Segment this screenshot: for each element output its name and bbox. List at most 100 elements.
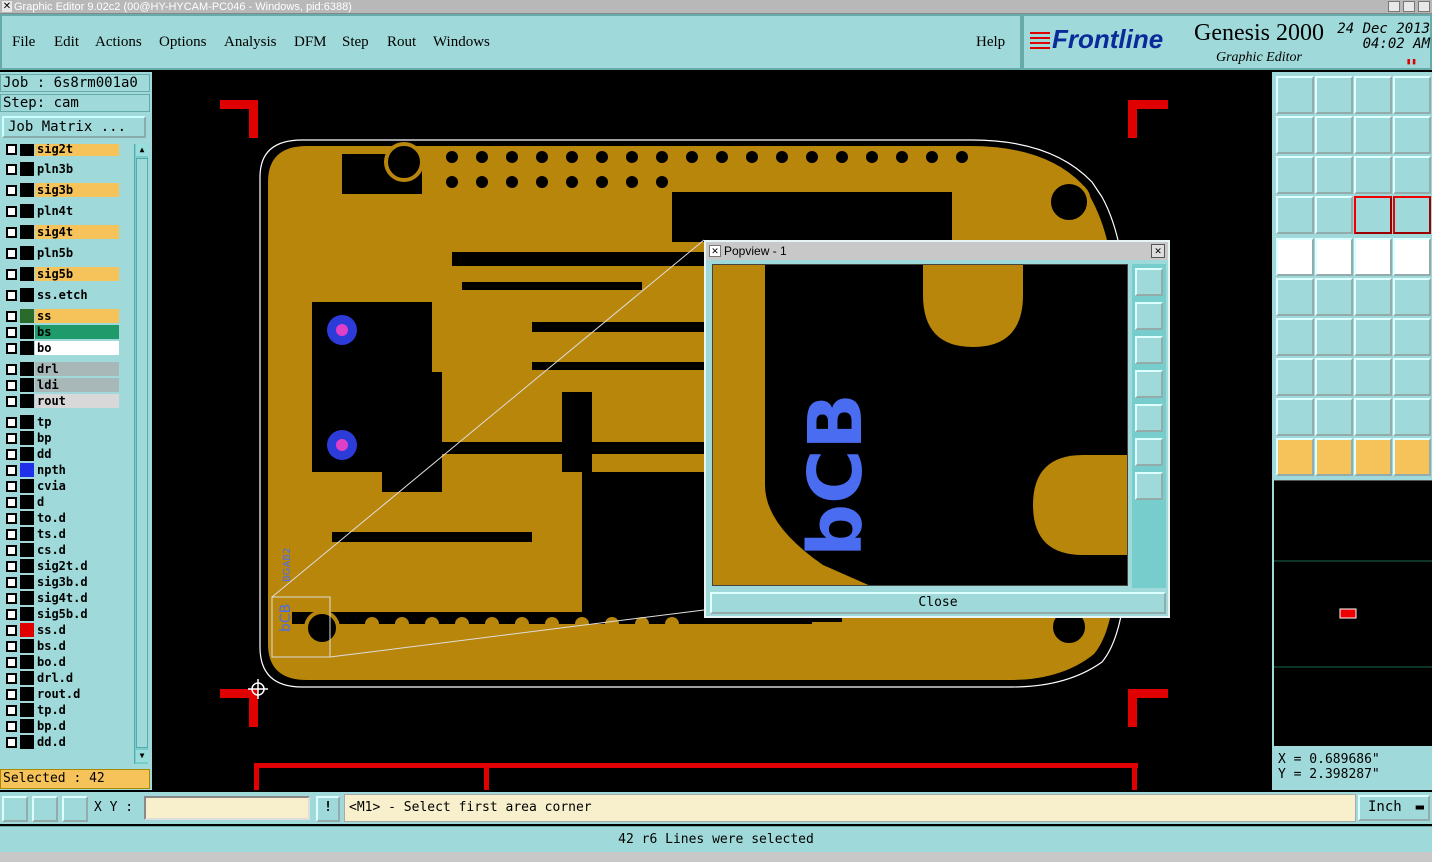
- layer-checkbox[interactable]: [6, 673, 17, 684]
- layer-checkbox[interactable]: [6, 465, 17, 476]
- layer-row[interactable]: d: [0, 495, 122, 509]
- layer-color-swatch[interactable]: [20, 703, 34, 717]
- scroll-up-icon[interactable]: ▲: [136, 144, 148, 156]
- layer-color-swatch[interactable]: [20, 378, 34, 392]
- tool-link-icon[interactable]: [1354, 278, 1392, 316]
- layer-row[interactable]: bo: [0, 341, 122, 355]
- layer-row[interactable]: to.d: [0, 511, 122, 525]
- layer-color-swatch[interactable]: [20, 479, 34, 493]
- layer-color-swatch[interactable]: [20, 607, 34, 621]
- layer-row[interactable]: sig2t.d: [0, 559, 122, 573]
- layer-checkbox[interactable]: [6, 721, 17, 732]
- tool-triangle-icon[interactable]: [1276, 398, 1314, 436]
- layer-checkbox[interactable]: [6, 206, 17, 217]
- layer-checkbox[interactable]: [6, 380, 17, 391]
- layer-checkbox[interactable]: [6, 164, 17, 175]
- layer-checkbox[interactable]: [6, 364, 17, 375]
- tool-scale-icon[interactable]: [1354, 156, 1392, 194]
- popview-window[interactable]: ✕ Popview - 1 ✕ bCB Close: [704, 240, 1170, 618]
- layer-row[interactable]: bo.d: [0, 655, 122, 669]
- layer-row[interactable]: dd: [0, 447, 122, 461]
- overview-minimap[interactable]: [1274, 480, 1432, 746]
- layer-checkbox[interactable]: [6, 269, 17, 280]
- tool-arc-icon[interactable]: [1354, 318, 1392, 356]
- alert-icon[interactable]: !: [316, 796, 340, 822]
- tool-split-icon[interactable]: [1393, 318, 1431, 356]
- menu-step[interactable]: Step: [342, 34, 369, 51]
- tool-help-icon[interactable]: [1393, 156, 1431, 194]
- layer-color-swatch[interactable]: [20, 415, 34, 429]
- grid-snap-icon[interactable]: [62, 796, 88, 822]
- layer-row[interactable]: ss: [0, 309, 122, 323]
- layer-color-swatch[interactable]: [20, 225, 34, 239]
- units-select[interactable]: Inch ▬: [1358, 795, 1430, 821]
- layer-checkbox[interactable]: [6, 433, 17, 444]
- popview-pan-left-icon[interactable]: [1135, 370, 1163, 398]
- layer-color-swatch[interactable]: [20, 267, 34, 281]
- layer-row[interactable]: tp: [0, 415, 122, 429]
- snap-icon[interactable]: [2, 796, 28, 822]
- layer-row[interactable]: pln5b: [0, 246, 122, 260]
- tool-select-icon[interactable]: [1315, 438, 1353, 476]
- tool-fit-icon[interactable]: [1276, 156, 1314, 194]
- layer-checkbox[interactable]: [6, 185, 17, 196]
- layer-row[interactable]: cvia: [0, 479, 122, 493]
- layer-color-swatch[interactable]: [20, 511, 34, 525]
- layer-list-scrollbar[interactable]: ▲ ▼: [134, 144, 148, 764]
- layer-color-swatch[interactable]: [20, 183, 34, 197]
- layer-row[interactable]: sig3b: [0, 183, 122, 197]
- popview-close-button[interactable]: Close: [710, 592, 1166, 614]
- menu-windows[interactable]: Windows: [433, 34, 490, 51]
- layer-color-swatch[interactable]: [20, 431, 34, 445]
- layer-checkbox[interactable]: [6, 311, 17, 322]
- layer-row[interactable]: dd.d: [0, 735, 122, 749]
- tool-box-icon[interactable]: [1354, 358, 1392, 396]
- tool-swap-icon[interactable]: [1354, 116, 1392, 154]
- layer-row[interactable]: npth: [0, 463, 122, 477]
- menu-options[interactable]: Options: [159, 34, 207, 51]
- popview-pan-down-icon[interactable]: [1135, 336, 1163, 364]
- layer-color-swatch[interactable]: [20, 463, 34, 477]
- menu-edit[interactable]: Edit: [54, 34, 79, 51]
- layer-color-swatch[interactable]: [20, 204, 34, 218]
- tool-triangle3-icon[interactable]: [1354, 398, 1392, 436]
- layer-checkbox[interactable]: [6, 396, 17, 407]
- tool-triangle4-icon[interactable]: [1393, 398, 1431, 436]
- layer-checkbox[interactable]: [6, 737, 17, 748]
- layer-row[interactable]: pln4t: [0, 204, 122, 218]
- minimap-viewport[interactable]: [1339, 608, 1357, 619]
- layer-checkbox[interactable]: [6, 625, 17, 636]
- layer-checkbox[interactable]: [6, 641, 17, 652]
- layer-row[interactable]: rout: [0, 394, 122, 408]
- tool-measure-icon[interactable]: [1276, 196, 1314, 234]
- layer-row[interactable]: tp.d: [0, 703, 122, 717]
- tool-grid-icon[interactable]: [1315, 196, 1353, 234]
- layer-color-swatch[interactable]: [20, 309, 34, 323]
- scroll-thumb[interactable]: [136, 158, 148, 748]
- tool-pad-icon[interactable]: [1276, 238, 1314, 276]
- layer-checkbox[interactable]: [6, 561, 17, 572]
- tool-house-icon[interactable]: [1354, 76, 1392, 114]
- layer-checkbox[interactable]: [6, 513, 17, 524]
- layer-color-swatch[interactable]: [20, 719, 34, 733]
- tool-dot-icon[interactable]: [1393, 238, 1431, 276]
- layer-row[interactable]: sig4t.d: [0, 591, 122, 605]
- layer-row[interactable]: sig3b.d: [0, 575, 122, 589]
- layer-row[interactable]: sig4t: [0, 225, 122, 239]
- close-window-button[interactable]: [1418, 1, 1430, 12]
- menu-file[interactable]: File: [12, 34, 35, 51]
- angle-icon[interactable]: [32, 796, 58, 822]
- popview-title-bar[interactable]: ✕ Popview - 1: [706, 242, 1168, 260]
- menu-dfm[interactable]: DFM: [294, 34, 327, 51]
- tool-triangle2-icon[interactable]: [1315, 398, 1353, 436]
- menu-help[interactable]: Help: [976, 34, 1005, 51]
- layer-row[interactable]: sig5b.d: [0, 607, 122, 621]
- tool-window-icon[interactable]: [1393, 76, 1431, 114]
- layer-color-swatch[interactable]: [20, 735, 34, 749]
- layer-row[interactable]: cs.d: [0, 543, 122, 557]
- tool-dash-icon[interactable]: [1315, 358, 1353, 396]
- tool-select-area-icon[interactable]: [1354, 438, 1392, 476]
- job-matrix-button[interactable]: Job Matrix ...: [2, 116, 146, 138]
- layer-color-swatch[interactable]: [20, 623, 34, 637]
- layer-checkbox[interactable]: [6, 609, 17, 620]
